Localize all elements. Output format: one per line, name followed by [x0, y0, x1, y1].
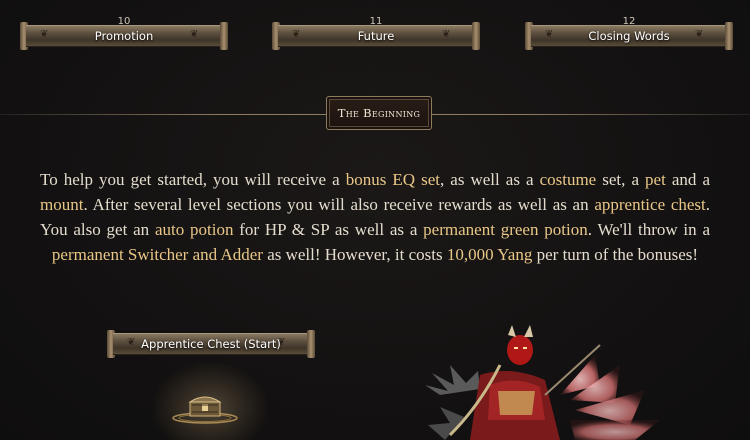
highlight-switcher-adder: permanent Switcher and Adder	[51, 245, 263, 264]
highlight-apprentice-chest: apprentice chest	[594, 195, 706, 214]
highlight-bonus-eq-set: bonus EQ set	[345, 170, 440, 189]
ornament-icon: ❦	[292, 29, 301, 40]
chest-icon	[172, 396, 238, 424]
scroll-cap-right	[472, 22, 480, 50]
nav-future-button[interactable]: 11 ❦ ❦ Future	[272, 16, 480, 50]
intro-text: To help you get started, you will receiv…	[40, 170, 346, 189]
highlight-permanent-green-potion: permanent green potion	[423, 220, 588, 239]
intro-text: and a	[665, 170, 711, 189]
ornament-icon: ❦	[190, 29, 199, 40]
scroll-cap-right	[307, 330, 315, 358]
intro-text: set, a	[596, 170, 646, 189]
intro-text: for HP & SP as well as a	[233, 220, 424, 239]
highlight-yang-cost: 10,000 Yang	[446, 245, 533, 264]
intro-text: as well! However, it costs	[262, 245, 447, 264]
highlight-pet: pet	[645, 170, 666, 189]
apprentice-chest-button[interactable]: ❦ ❦ Apprentice Chest (Start)	[107, 330, 315, 358]
ornament-icon: ❦	[40, 29, 49, 40]
highlight-mount: mount	[40, 195, 84, 214]
intro-text: . We'll throw in a	[587, 220, 710, 239]
scroll-cap-right	[220, 22, 228, 50]
character-illustration	[425, 325, 660, 440]
scroll-cap-right	[725, 22, 733, 50]
section-title: The Beginning	[337, 106, 421, 120]
intro-text: , as well as a	[439, 170, 540, 189]
ornament-icon: ❦	[545, 29, 554, 40]
nav-future-label: Future	[357, 29, 395, 43]
nav-closing-words-label: Closing Words	[588, 29, 670, 43]
nav-promotion-button[interactable]: 10 ❦ ❦ Promotion	[20, 16, 228, 50]
page: 10 ❦ ❦ Promotion 11 ❦ ❦ Future 12 ❦ ❦ Cl…	[0, 0, 750, 440]
ornament-icon: ❦	[695, 29, 704, 40]
ornament-icon: ❦	[442, 29, 451, 40]
intro-text: per turn of the bonuses!	[532, 245, 699, 264]
section-title-badge: The Beginning	[326, 96, 432, 130]
intro-paragraph: To help you get started, you will receiv…	[40, 167, 710, 267]
intro-text: . After several level sections you will …	[83, 195, 595, 214]
highlight-costume: costume	[539, 170, 597, 189]
nav-closing-words-button[interactable]: 12 ❦ ❦ Closing Words	[525, 16, 733, 50]
nav-promotion-label: Promotion	[94, 29, 154, 43]
highlight-auto-potion: auto potion	[154, 220, 234, 239]
apprentice-chest-label: Apprentice Chest (Start)	[141, 337, 281, 351]
